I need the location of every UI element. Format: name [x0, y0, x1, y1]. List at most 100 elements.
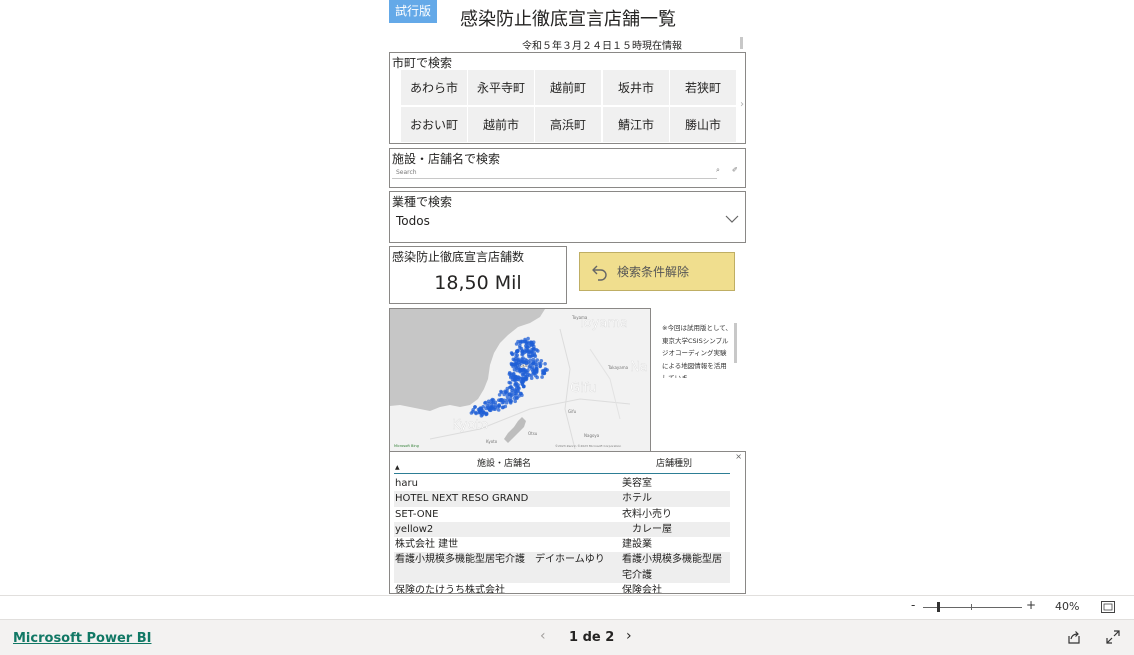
store-marker[interactable] [520, 382, 524, 386]
store-marker[interactable] [474, 411, 478, 416]
city-button[interactable]: 高浜町 [535, 107, 601, 142]
industry-dropdown[interactable]: Todos [396, 214, 430, 228]
city-button[interactable]: おおい町 [401, 107, 467, 142]
previous-page-icon[interactable]: ‹ [540, 628, 546, 644]
store-marker[interactable] [491, 398, 496, 402]
store-marker[interactable] [512, 396, 517, 401]
store-marker[interactable] [479, 408, 483, 412]
store-map[interactable]: Toyama Gifu Kyoto Na Toyama Fukui Takaya… [389, 308, 651, 452]
store-marker[interactable] [510, 388, 514, 393]
store-marker[interactable] [469, 411, 474, 415]
share-icon[interactable] [1067, 630, 1081, 644]
store-marker[interactable] [490, 401, 494, 406]
store-marker[interactable] [513, 374, 517, 379]
note-scrollbar[interactable] [734, 323, 737, 363]
page-scrollbar[interactable] [740, 37, 743, 49]
store-marker[interactable] [501, 405, 505, 409]
store-marker[interactable] [523, 350, 527, 355]
next-page-icon[interactable]: › [626, 628, 632, 644]
city-button[interactable]: 鯖江市 [603, 107, 669, 142]
store-marker[interactable] [526, 336, 530, 341]
city-button[interactable]: 坂井市 [603, 70, 669, 105]
city-button[interactable]: 越前町 [535, 70, 601, 105]
eraser-icon[interactable]: ✐ [732, 166, 738, 174]
store-marker[interactable] [516, 358, 520, 362]
store-marker[interactable] [545, 368, 549, 372]
city-button[interactable]: 越前市 [468, 107, 534, 142]
store-marker[interactable] [501, 400, 506, 404]
store-marker[interactable] [473, 405, 477, 409]
close-icon[interactable]: × [735, 452, 742, 461]
store-marker[interactable] [540, 375, 544, 379]
table-row[interactable]: SET-ONE 衣料小売り [394, 507, 730, 522]
store-marker[interactable] [528, 361, 532, 366]
store-marker[interactable] [512, 368, 517, 372]
store-marker[interactable] [516, 349, 520, 353]
store-marker[interactable] [513, 361, 517, 366]
sort-arrow-icon[interactable]: ▲ [395, 464, 400, 471]
store-marker[interactable] [509, 351, 514, 355]
zoom-out-button[interactable]: - [911, 598, 915, 612]
store-marker[interactable] [543, 362, 547, 366]
store-marker[interactable] [521, 377, 525, 382]
store-marker[interactable] [507, 372, 512, 376]
store-marker[interactable] [527, 365, 532, 369]
store-marker[interactable] [527, 341, 531, 346]
city-button[interactable]: あわら市 [401, 70, 467, 105]
store-marker[interactable] [513, 399, 517, 404]
store-marker[interactable] [496, 408, 501, 412]
store-marker[interactable] [525, 374, 529, 379]
table-row[interactable]: 株式会社 建世 建設業 [394, 537, 730, 552]
store-marker[interactable] [525, 345, 530, 350]
store-marker[interactable] [520, 372, 525, 377]
store-marker[interactable] [514, 342, 519, 346]
table-row[interactable]: HOTEL NEXT RESO GRAND ホテル [394, 491, 730, 507]
chevron-right-icon[interactable]: › [740, 99, 744, 110]
fit-to-page-icon[interactable] [1101, 601, 1115, 613]
store-marker[interactable] [488, 408, 492, 413]
fullscreen-icon[interactable] [1106, 630, 1120, 644]
store-marker[interactable] [505, 389, 509, 393]
clear-filters-button[interactable]: 検索条件解除 [579, 252, 735, 291]
store-marker[interactable] [483, 400, 488, 405]
store-marker[interactable] [508, 396, 513, 401]
store-marker[interactable] [532, 370, 536, 375]
store-marker[interactable] [519, 391, 523, 396]
store-marker[interactable] [534, 362, 538, 367]
search-input[interactable]: Search [392, 166, 717, 179]
store-marker[interactable] [509, 361, 514, 366]
city-button[interactable]: 若狭町 [670, 70, 736, 105]
store-marker[interactable] [530, 350, 534, 355]
store-marker[interactable] [507, 392, 512, 396]
store-marker[interactable] [531, 360, 536, 364]
column-header-type[interactable]: 店舗種別 [656, 456, 692, 469]
zoom-slider-thumb[interactable] [937, 602, 940, 612]
store-marker[interactable] [521, 359, 525, 364]
store-marker[interactable] [538, 364, 542, 368]
table-row[interactable]: 看護小規模多機能型居宅介護 デイホームゆり 看護小規模多機能型居宅介護 [394, 552, 730, 584]
store-marker[interactable] [533, 373, 538, 378]
store-marker[interactable] [504, 400, 509, 405]
store-marker[interactable] [508, 381, 513, 385]
table-row[interactable]: 保険のたけうち株式会社 保険会社 [394, 583, 730, 593]
store-marker[interactable] [499, 389, 503, 394]
city-button[interactable]: 永平寺町 [468, 70, 534, 105]
store-marker[interactable] [516, 365, 520, 370]
city-button[interactable]: 勝山市 [670, 107, 736, 142]
store-marker[interactable] [518, 345, 522, 350]
table-row[interactable]: yellow2 カレー屋 [394, 521, 730, 538]
report-footer: Microsoft Power BI ‹ 1 de 2 › [0, 619, 1134, 655]
store-marker[interactable] [497, 393, 502, 397]
chevron-down-icon[interactable] [725, 212, 739, 226]
map-canvas[interactable]: Toyama Gifu Kyoto Na Toyama Fukui Takaya… [390, 309, 651, 452]
power-bi-link[interactable]: Microsoft Power BI [13, 631, 151, 646]
store-marker[interactable] [497, 404, 501, 408]
store-marker[interactable] [530, 365, 535, 370]
store-marker[interactable] [493, 407, 497, 411]
store-marker[interactable] [529, 376, 534, 380]
store-marker[interactable] [521, 368, 525, 373]
table-row[interactable]: haru 美容室 [394, 476, 730, 491]
column-header-name[interactable]: 施設・店舗名 [477, 456, 531, 469]
zoom-in-button[interactable]: + [1026, 598, 1036, 612]
store-marker[interactable] [515, 388, 520, 393]
